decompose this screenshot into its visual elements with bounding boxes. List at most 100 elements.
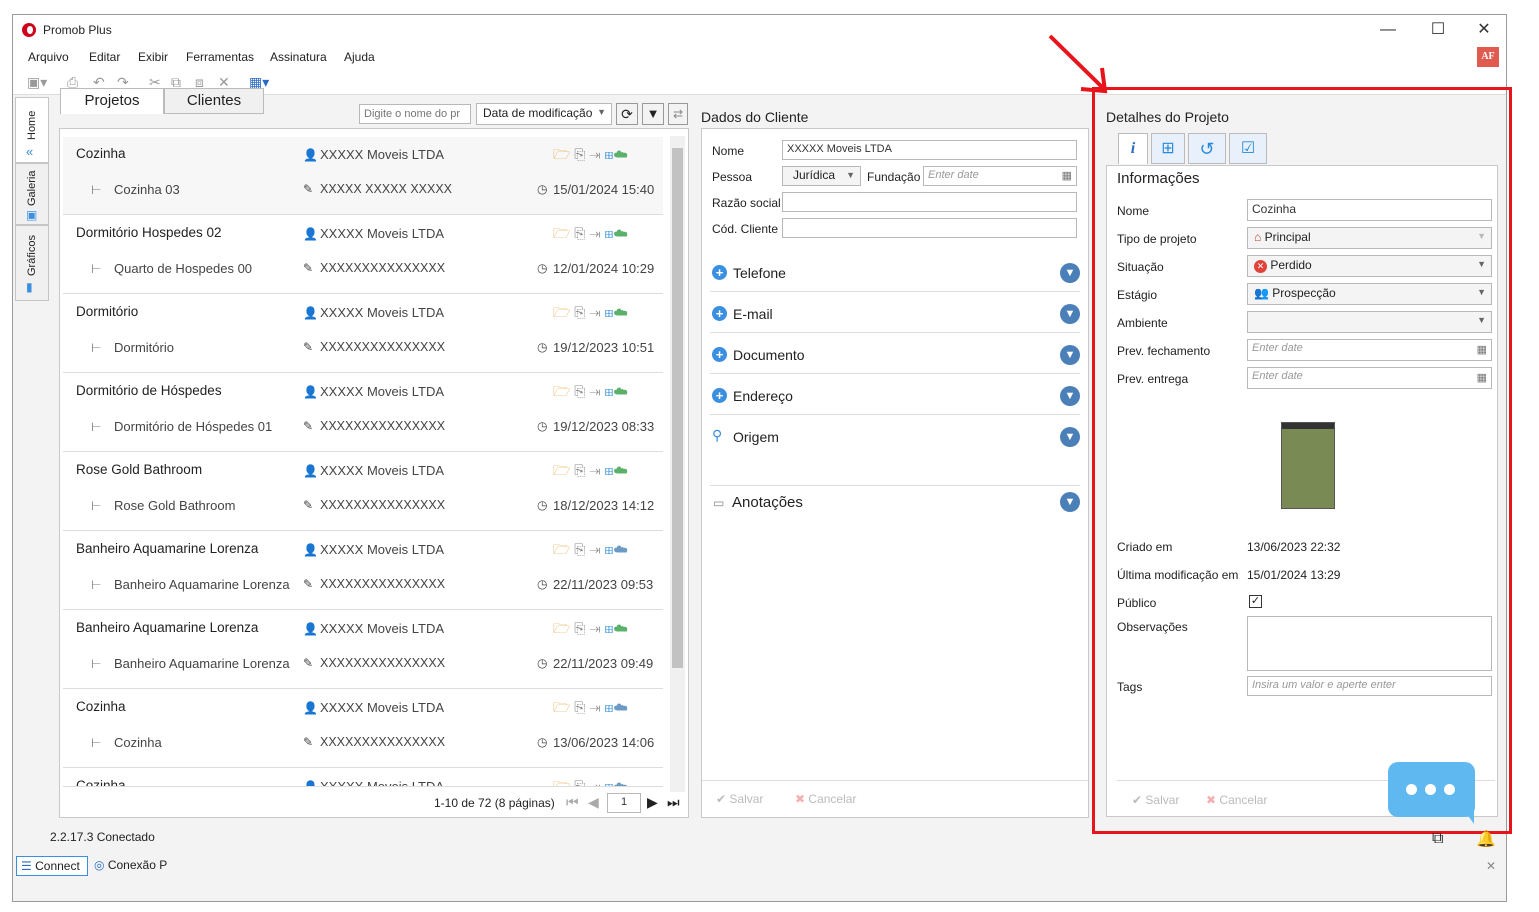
- project-row[interactable]: Rose Gold Bathroom 👤 XXXXX Moveis LTDA 🗁 ⎘ …: [63, 453, 663, 531]
- menu-ajuda[interactable]: Ajuda: [344, 50, 375, 64]
- export-icon[interactable]: ⇥: [589, 383, 600, 399]
- project-row[interactable]: Dormitório Hospedes 02 👤 XXXXX Moveis LTDA…: [63, 216, 663, 294]
- cloud-icon[interactable]: ☁: [613, 225, 628, 241]
- maximize-button[interactable]: ☐: [1423, 19, 1453, 41]
- folder-icon[interactable]: 🗁: [553, 778, 570, 786]
- conexao-tab[interactable]: ◎ Conexão P: [94, 858, 167, 872]
- project-search-input[interactable]: [359, 104, 471, 124]
- folder-icon[interactable]: 🗁: [553, 541, 570, 557]
- expand-icon[interactable]: ▼: [1060, 386, 1080, 406]
- next-page-button[interactable]: ▶: [647, 794, 658, 811]
- side-tab-graficos[interactable]: Gráficos ▮: [15, 225, 49, 301]
- copy-icon[interactable]: ⎘: [574, 541, 585, 557]
- menu-arquivo[interactable]: Arquivo: [28, 50, 69, 64]
- section-3[interactable]: + Endereço ▼: [710, 374, 1080, 415]
- folder-icon[interactable]: 🗁: [553, 462, 570, 478]
- menu-ferramentas[interactable]: Ferramentas: [186, 50, 254, 64]
- project-row[interactable]: Banheiro Aquamarine Lorenza 👤 XXXXX Moveis…: [63, 611, 663, 689]
- pessoa-select[interactable]: Jurídica ▼: [782, 166, 861, 186]
- save-icon[interactable]: ▣▾: [27, 74, 47, 91]
- section-0[interactable]: + Telefone ▼: [710, 251, 1080, 292]
- expand-icon[interactable]: ▼: [1060, 492, 1080, 512]
- menu-assinatura[interactable]: Assinatura: [270, 50, 327, 64]
- folder-icon[interactable]: 🗁: [553, 225, 570, 241]
- plus-icon[interactable]: +: [712, 347, 727, 362]
- prev-page-button[interactable]: ◀: [588, 794, 599, 811]
- project-row[interactable]: Cozinha 👤 XXXXX Moveis LTDA 🗁 ⎘ ⇥ ⊞☁ ⊢ Cozinh…: [63, 137, 663, 215]
- menu-editar[interactable]: Editar: [89, 50, 120, 64]
- folder-icon[interactable]: 🗁: [553, 304, 570, 320]
- plus-icon[interactable]: +: [712, 265, 727, 280]
- cloud-icon[interactable]: ☁: [613, 146, 628, 162]
- menu-exibir[interactable]: Exibir: [138, 50, 168, 64]
- copy-icon[interactable]: ⎘: [574, 620, 585, 636]
- cloud-icon[interactable]: ☁: [613, 699, 628, 715]
- last-page-button[interactable]: ⏭: [667, 794, 680, 811]
- sort-dropdown[interactable]: Data de modificação ▼: [476, 103, 612, 125]
- plus-icon[interactable]: +: [712, 388, 727, 403]
- export-icon[interactable]: ⇥: [589, 304, 600, 320]
- project-row[interactable]: Cozinha👤XXXXX Moveis LTDA🗁 ⎘ ⇥ ⊞☁⊢: [63, 769, 663, 787]
- project-row[interactable]: Cozinha 👤 XXXXX Moveis LTDA 🗁 ⎘ ⇥ ⊞☁ ⊢ Cozinh…: [63, 690, 663, 768]
- minimize-button[interactable]: —: [1373, 19, 1403, 41]
- export-icon[interactable]: ⇥: [589, 778, 600, 786]
- close-tab-icon[interactable]: ✕: [1486, 859, 1496, 873]
- folder-icon[interactable]: 🗁: [553, 620, 570, 636]
- devices-icon[interactable]: ⧉: [1432, 830, 1443, 848]
- cloud-icon[interactable]: ☁: [613, 541, 628, 557]
- connect-tab[interactable]: ☰ Connect: [16, 856, 88, 876]
- client-name-field[interactable]: XXXXX Moveis LTDA: [782, 140, 1077, 160]
- tab-clientes[interactable]: Clientes: [164, 88, 264, 114]
- copy-icon[interactable]: ⎘: [574, 383, 585, 399]
- expand-icon[interactable]: ▼: [1060, 427, 1080, 447]
- export-icon[interactable]: ⇥: [589, 620, 600, 636]
- cloud-icon[interactable]: ☁: [613, 620, 628, 636]
- project-row[interactable]: Dormitório de Hóspedes 👤 XXXXX Moveis LTDA…: [63, 374, 663, 452]
- close-button[interactable]: ✕: [1469, 19, 1499, 41]
- folder-icon[interactable]: 🗁: [553, 146, 570, 162]
- project-row[interactable]: Dormitório 👤 XXXXX Moveis LTDA 🗁 ⎘ ⇥ ⊞☁ ⊢ Dor…: [63, 295, 663, 373]
- cloud-icon[interactable]: ☁: [613, 462, 628, 478]
- section-2[interactable]: + Documento ▼: [710, 333, 1080, 374]
- calendar-icon[interactable]: ▦: [1062, 169, 1072, 182]
- copy-icon[interactable]: ⎘: [574, 699, 585, 715]
- side-tab-home[interactable]: Home «: [15, 97, 49, 163]
- scrollbar[interactable]: [670, 136, 685, 792]
- scrollbar-thumb[interactable]: [672, 148, 683, 668]
- refresh-button[interactable]: ⟳: [616, 103, 638, 125]
- expand-icon[interactable]: ▼: [1060, 263, 1080, 283]
- cod-cliente-field[interactable]: [782, 218, 1077, 238]
- folder-icon[interactable]: 🗁: [553, 383, 570, 399]
- cloud-icon[interactable]: ☁: [613, 304, 628, 320]
- export-icon[interactable]: ⇥: [589, 462, 600, 478]
- section-1[interactable]: + E-mail ▼: [710, 292, 1080, 333]
- first-page-button[interactable]: ⏮: [566, 794, 579, 811]
- page-input[interactable]: 1: [607, 793, 641, 813]
- swap-button[interactable]: ⇄: [668, 103, 688, 125]
- export-icon[interactable]: ⇥: [589, 225, 600, 241]
- section-anotacoes[interactable]: ▭ Anotações ▼: [710, 485, 1080, 525]
- copy-icon[interactable]: ⎘: [574, 778, 585, 786]
- export-icon[interactable]: ⇥: [589, 541, 600, 557]
- razao-social-field[interactable]: [782, 192, 1077, 212]
- project-row[interactable]: Banheiro Aquamarine Lorenza 👤 XXXXX Moveis…: [63, 532, 663, 610]
- section-4[interactable]: ⚲ Origem ▼: [710, 415, 1080, 456]
- tab-projetos[interactable]: Projetos: [60, 88, 164, 114]
- client-save-button[interactable]: ✔ Salvar: [716, 792, 763, 806]
- cloud-icon[interactable]: ☁: [613, 778, 628, 786]
- export-icon[interactable]: ⇥: [589, 146, 600, 162]
- expand-icon[interactable]: ▼: [1060, 304, 1080, 324]
- plus-icon[interactable]: +: [712, 306, 727, 321]
- expand-icon[interactable]: ▼: [1060, 345, 1080, 365]
- fundacao-date-field[interactable]: Enter date ▦: [923, 166, 1077, 186]
- chat-button[interactable]: [1388, 762, 1475, 824]
- copy-icon[interactable]: ⎘: [574, 225, 585, 241]
- copy-icon[interactable]: ⎘: [574, 304, 585, 320]
- filter-button[interactable]: ▼: [642, 103, 664, 125]
- user-avatar[interactable]: AF: [1477, 47, 1499, 67]
- side-tab-galeria[interactable]: Galeria ▣: [15, 163, 49, 225]
- folder-icon[interactable]: 🗁: [553, 699, 570, 715]
- client-cancel-button[interactable]: ✖ Cancelar: [795, 792, 856, 806]
- cloud-icon[interactable]: ☁: [613, 383, 628, 399]
- copy-icon[interactable]: ⎘: [574, 462, 585, 478]
